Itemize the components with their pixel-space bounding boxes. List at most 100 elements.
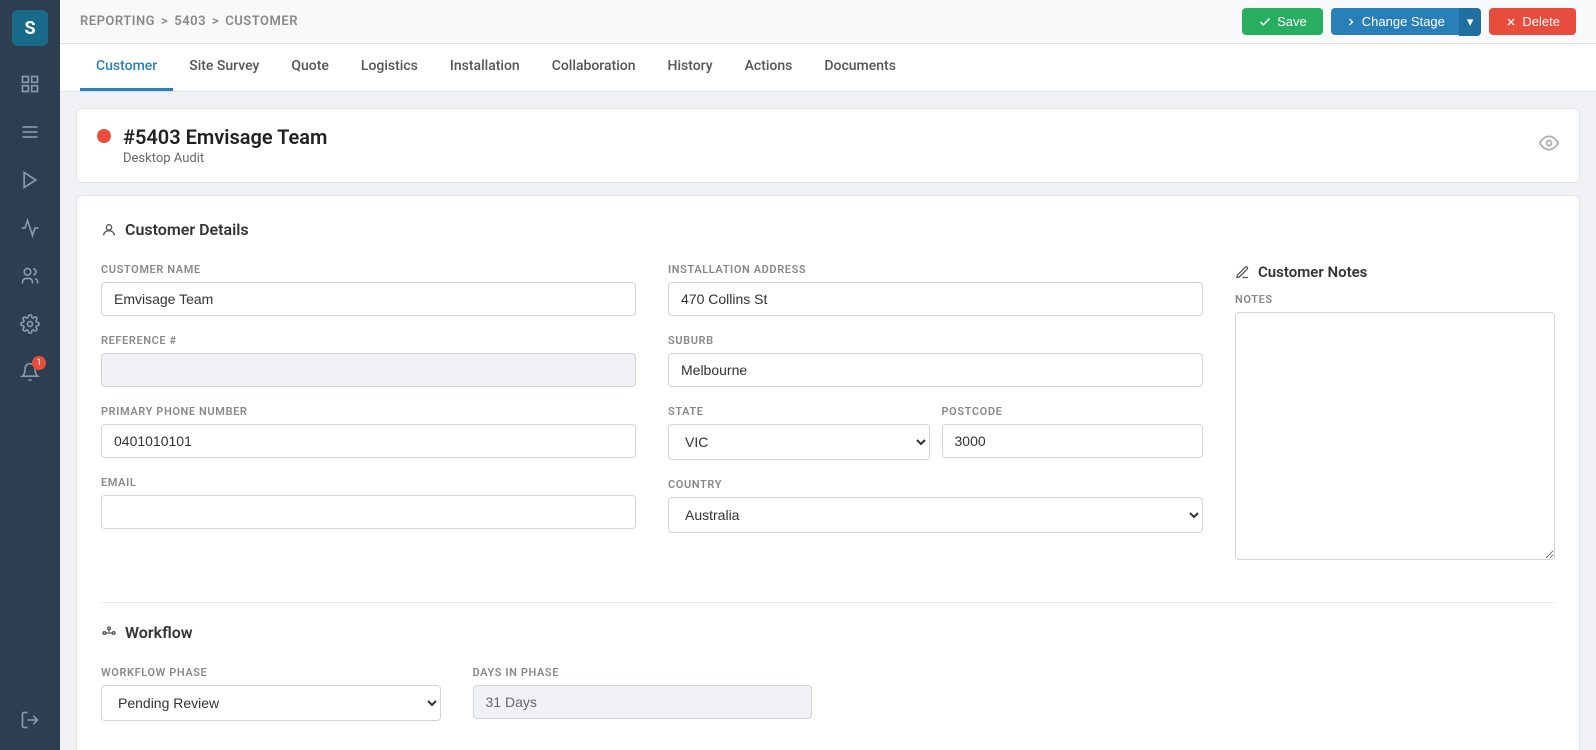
breadcrumb-sep2: > bbox=[212, 14, 219, 29]
email-group: EMAIL bbox=[101, 476, 636, 529]
project-title-area: #5403 Emvisage Team Desktop Audit bbox=[97, 125, 327, 166]
country-select[interactable]: Australia New Zealand United States Unit… bbox=[668, 497, 1203, 533]
tab-quote[interactable]: Quote bbox=[275, 44, 345, 91]
topbar: REPORTING > 5403 > CUSTOMER Save Change … bbox=[60, 0, 1596, 44]
customer-notes-title: Customer Notes bbox=[1235, 263, 1555, 281]
status-dot bbox=[97, 129, 111, 143]
sidebar-item-play[interactable] bbox=[10, 160, 50, 200]
save-icon bbox=[1258, 15, 1272, 29]
sidebar: S bbox=[0, 0, 60, 750]
state-postcode-row: STATE VIC NSW QLD SA WA TAS ACT NT bbox=[668, 405, 1203, 478]
reference-input[interactable] bbox=[101, 353, 636, 387]
reference-group: REFERENCE # bbox=[101, 334, 636, 387]
sidebar-logo[interactable]: S bbox=[12, 10, 48, 46]
state-select[interactable]: VIC NSW QLD SA WA TAS ACT NT bbox=[668, 424, 930, 460]
delete-icon bbox=[1505, 16, 1517, 28]
suburb-input[interactable] bbox=[668, 353, 1203, 387]
workflow-icon bbox=[101, 625, 117, 641]
customer-details-card: Customer Details CUSTOMER NAME REFERENCE… bbox=[76, 195, 1580, 750]
content-area: #5403 Emvisage Team Desktop Audit Custom… bbox=[60, 92, 1596, 750]
installation-address-group: INSTALLATION ADDRESS bbox=[668, 263, 1203, 316]
project-header: #5403 Emvisage Team Desktop Audit bbox=[77, 109, 1579, 182]
phone-input[interactable] bbox=[101, 424, 636, 458]
project-header-card: #5403 Emvisage Team Desktop Audit bbox=[76, 108, 1580, 183]
email-input[interactable] bbox=[101, 495, 636, 529]
postcode-input[interactable] bbox=[942, 424, 1204, 458]
project-title: #5403 Emvisage Team bbox=[123, 125, 327, 149]
breadcrumb-section: CUSTOMER bbox=[225, 14, 298, 29]
notes-textarea[interactable] bbox=[1235, 312, 1555, 560]
form-left-area: CUSTOMER NAME REFERENCE # PRIMARY PHONE … bbox=[101, 263, 1203, 582]
workflow-phase-group: WORKFLOW PHASE Pending Review In Progres… bbox=[101, 666, 441, 721]
workflow-phase-label: WORKFLOW PHASE bbox=[101, 666, 441, 679]
project-subtitle: Desktop Audit bbox=[123, 151, 327, 166]
stage-arrow-icon bbox=[1345, 16, 1357, 28]
change-stage-button-wrapper: Change Stage ▾ bbox=[1331, 8, 1482, 36]
tabs-bar: Customer Site Survey Quote Logistics Ins… bbox=[60, 44, 1596, 92]
phone-group: PRIMARY PHONE NUMBER bbox=[101, 405, 636, 458]
change-stage-button[interactable]: Change Stage bbox=[1331, 8, 1459, 35]
tab-installation[interactable]: Installation bbox=[434, 44, 536, 91]
breadcrumb-sep1: > bbox=[161, 14, 168, 29]
section-divider bbox=[101, 602, 1555, 603]
tab-collaboration[interactable]: Collaboration bbox=[536, 44, 652, 91]
project-info: #5403 Emvisage Team Desktop Audit bbox=[123, 125, 327, 166]
tab-logistics[interactable]: Logistics bbox=[345, 44, 434, 91]
address-fields-col: INSTALLATION ADDRESS SUBURB STATE VIC bbox=[668, 263, 1203, 582]
form-layout: CUSTOMER NAME REFERENCE # PRIMARY PHONE … bbox=[101, 263, 1555, 582]
days-in-phase-group: DAYS IN PHASE bbox=[473, 666, 813, 719]
phone-label: PRIMARY PHONE NUMBER bbox=[101, 405, 636, 418]
workflow-phase-col: WORKFLOW PHASE Pending Review In Progres… bbox=[101, 666, 441, 739]
sidebar-item-list[interactable] bbox=[10, 112, 50, 152]
visibility-icon[interactable] bbox=[1539, 133, 1559, 158]
sidebar-item-chart[interactable] bbox=[10, 208, 50, 248]
days-in-phase-label: DAYS IN PHASE bbox=[473, 666, 813, 679]
installation-address-input[interactable] bbox=[668, 282, 1203, 316]
sidebar-item-users[interactable] bbox=[10, 256, 50, 296]
workflow-spacer bbox=[844, 666, 1184, 739]
postcode-group: POSTCODE bbox=[942, 405, 1204, 460]
delete-button[interactable]: Delete bbox=[1489, 8, 1576, 35]
workflow-layout: WORKFLOW PHASE Pending Review In Progres… bbox=[101, 666, 1555, 739]
tab-site-survey[interactable]: Site Survey bbox=[173, 44, 275, 91]
customer-fields-col: CUSTOMER NAME REFERENCE # PRIMARY PHONE … bbox=[101, 263, 636, 582]
sidebar-item-dashboard[interactable] bbox=[10, 64, 50, 104]
tab-history[interactable]: History bbox=[652, 44, 729, 91]
workflow-phase-select[interactable]: Pending Review In Progress Completed On … bbox=[101, 685, 441, 721]
customer-details-title: Customer Details bbox=[101, 220, 1555, 239]
country-group: COUNTRY Australia New Zealand United Sta… bbox=[668, 478, 1203, 533]
customer-details-icon bbox=[101, 222, 117, 238]
state-label: STATE bbox=[668, 405, 930, 418]
tab-documents[interactable]: Documents bbox=[808, 44, 912, 91]
breadcrumb-reporting[interactable]: REPORTING bbox=[80, 14, 155, 29]
customer-name-input[interactable] bbox=[101, 282, 636, 316]
customer-name-group: CUSTOMER NAME bbox=[101, 263, 636, 316]
tab-customer[interactable]: Customer bbox=[80, 44, 173, 91]
topbar-actions: Save Change Stage ▾ Delete bbox=[1242, 8, 1576, 36]
workflow-spacer2 bbox=[1216, 666, 1556, 739]
sidebar-item-logout[interactable] bbox=[10, 700, 50, 740]
installation-address-label: INSTALLATION ADDRESS bbox=[668, 263, 1203, 276]
breadcrumb: REPORTING > 5403 > CUSTOMER bbox=[80, 14, 298, 29]
suburb-label: SUBURB bbox=[668, 334, 1203, 347]
postcode-label: POSTCODE bbox=[942, 405, 1204, 418]
breadcrumb-id[interactable]: 5403 bbox=[174, 14, 206, 29]
days-in-phase-input bbox=[473, 685, 813, 719]
change-stage-dropdown-button[interactable]: ▾ bbox=[1459, 8, 1482, 36]
country-label: COUNTRY bbox=[668, 478, 1203, 491]
notes-col: Customer Notes NOTES bbox=[1235, 263, 1555, 582]
sidebar-item-notifications[interactable] bbox=[10, 352, 50, 392]
suburb-group: SUBURB bbox=[668, 334, 1203, 387]
reference-label: REFERENCE # bbox=[101, 334, 636, 347]
notes-group: NOTES bbox=[1235, 293, 1555, 564]
save-button[interactable]: Save bbox=[1242, 8, 1323, 35]
sidebar-item-settings[interactable] bbox=[10, 304, 50, 344]
notes-label: NOTES bbox=[1235, 293, 1555, 306]
main-area: REPORTING > 5403 > CUSTOMER Save Change … bbox=[60, 0, 1596, 750]
email-label: EMAIL bbox=[101, 476, 636, 489]
workflow-title: Workflow bbox=[101, 623, 1555, 642]
customer-name-label: CUSTOMER NAME bbox=[101, 263, 636, 276]
state-group: STATE VIC NSW QLD SA WA TAS ACT NT bbox=[668, 405, 930, 460]
notes-icon bbox=[1235, 265, 1250, 280]
tab-actions[interactable]: Actions bbox=[729, 44, 809, 91]
